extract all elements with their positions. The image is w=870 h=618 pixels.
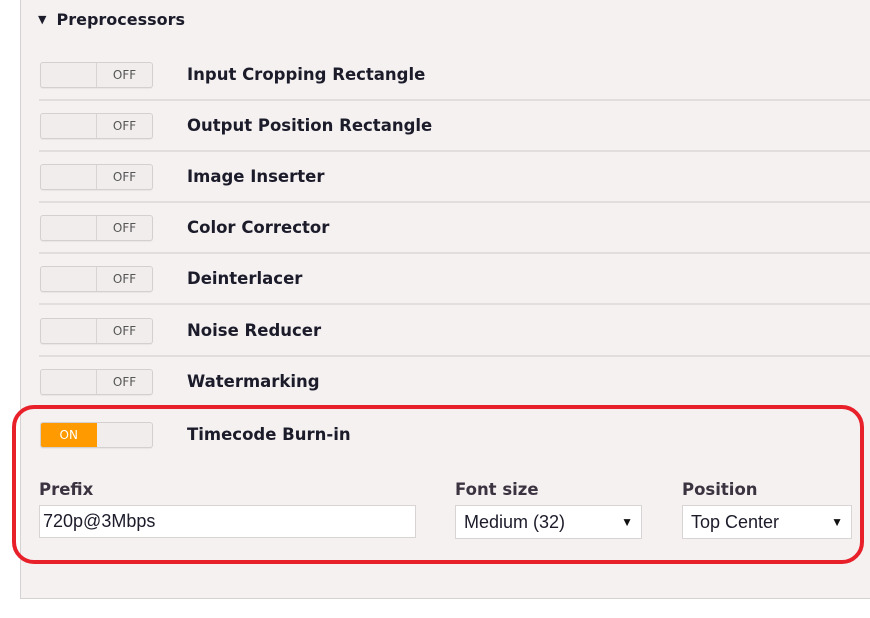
dropdown-arrow-icon: ▼ (831, 515, 843, 529)
section-title: Preprocessors (56, 9, 186, 29)
preprocessor-row-color-corrector: OFF Color Corrector (39, 203, 870, 254)
toggle-state-label: OFF (112, 170, 137, 184)
input-cropping-toggle[interactable]: OFF (40, 62, 153, 88)
position-select[interactable]: Top Center ▼ (682, 505, 852, 539)
toggle-state-label: OFF (112, 272, 137, 286)
caret-down-icon: ▼ (38, 12, 47, 26)
dropdown-arrow-icon: ▼ (621, 515, 633, 529)
toggle-state-label: OFF (112, 68, 137, 82)
toggle-state-label: OFF (112, 375, 137, 389)
noise-reducer-toggle[interactable]: OFF (40, 318, 153, 344)
preprocessor-row-timecode-burn-in: ON Timecode Burn-in (39, 410, 870, 461)
preprocessor-label: Watermarking (187, 372, 320, 391)
toggle-off-knob (41, 165, 97, 189)
preprocessor-row-deinterlacer: OFF Deinterlacer (39, 254, 870, 305)
preprocessors-section-toggle[interactable]: ▼ Preprocessors (38, 6, 185, 32)
preprocessor-row-watermarking: OFF Watermarking (39, 357, 870, 408)
toggle-off-knob (41, 319, 97, 343)
prefix-input[interactable] (39, 505, 416, 538)
position-value: Top Center (691, 511, 780, 532)
preprocessor-row-image-inserter: OFF Image Inserter (39, 152, 870, 203)
font-size-label: Font size (455, 480, 539, 499)
preprocessor-label: Image Inserter (187, 167, 325, 186)
font-size-select[interactable]: Medium (32) ▼ (455, 505, 642, 539)
preprocessor-label: Color Corrector (187, 218, 330, 237)
timecode-burn-in-toggle[interactable]: ON (40, 422, 153, 448)
preprocessor-row-input-cropping: OFF Input Cropping Rectangle (39, 50, 870, 101)
toggle-off-knob (41, 370, 97, 394)
preprocessor-label: Noise Reducer (187, 321, 322, 340)
preprocessor-row-output-position: OFF Output Position Rectangle (39, 101, 870, 152)
toggle-on-knob (97, 423, 153, 447)
color-corrector-toggle[interactable]: OFF (40, 215, 153, 241)
toggle-off-knob (41, 267, 97, 291)
preprocessor-label: Deinterlacer (187, 269, 303, 288)
toggle-state-label: OFF (112, 221, 137, 235)
toggle-off-knob (41, 216, 97, 240)
deinterlacer-toggle[interactable]: OFF (40, 266, 153, 292)
preprocessor-label: Output Position Rectangle (187, 116, 433, 135)
output-position-toggle[interactable]: OFF (40, 113, 153, 139)
prefix-label: Prefix (39, 480, 94, 499)
toggle-state-label: OFF (112, 119, 137, 133)
preprocessor-row-noise-reducer: OFF Noise Reducer (39, 306, 870, 357)
position-label: Position (682, 480, 758, 499)
preprocessor-label: Timecode Burn-in (187, 425, 351, 444)
font-size-value: Medium (32) (464, 511, 566, 532)
toggle-off-knob (41, 63, 97, 87)
watermarking-toggle[interactable]: OFF (40, 369, 153, 395)
toggle-off-knob (41, 114, 97, 138)
preprocessor-label: Input Cropping Rectangle (187, 65, 426, 84)
image-inserter-toggle[interactable]: OFF (40, 164, 153, 190)
toggle-state-label: ON (41, 423, 97, 447)
toggle-state-label: OFF (112, 324, 137, 338)
